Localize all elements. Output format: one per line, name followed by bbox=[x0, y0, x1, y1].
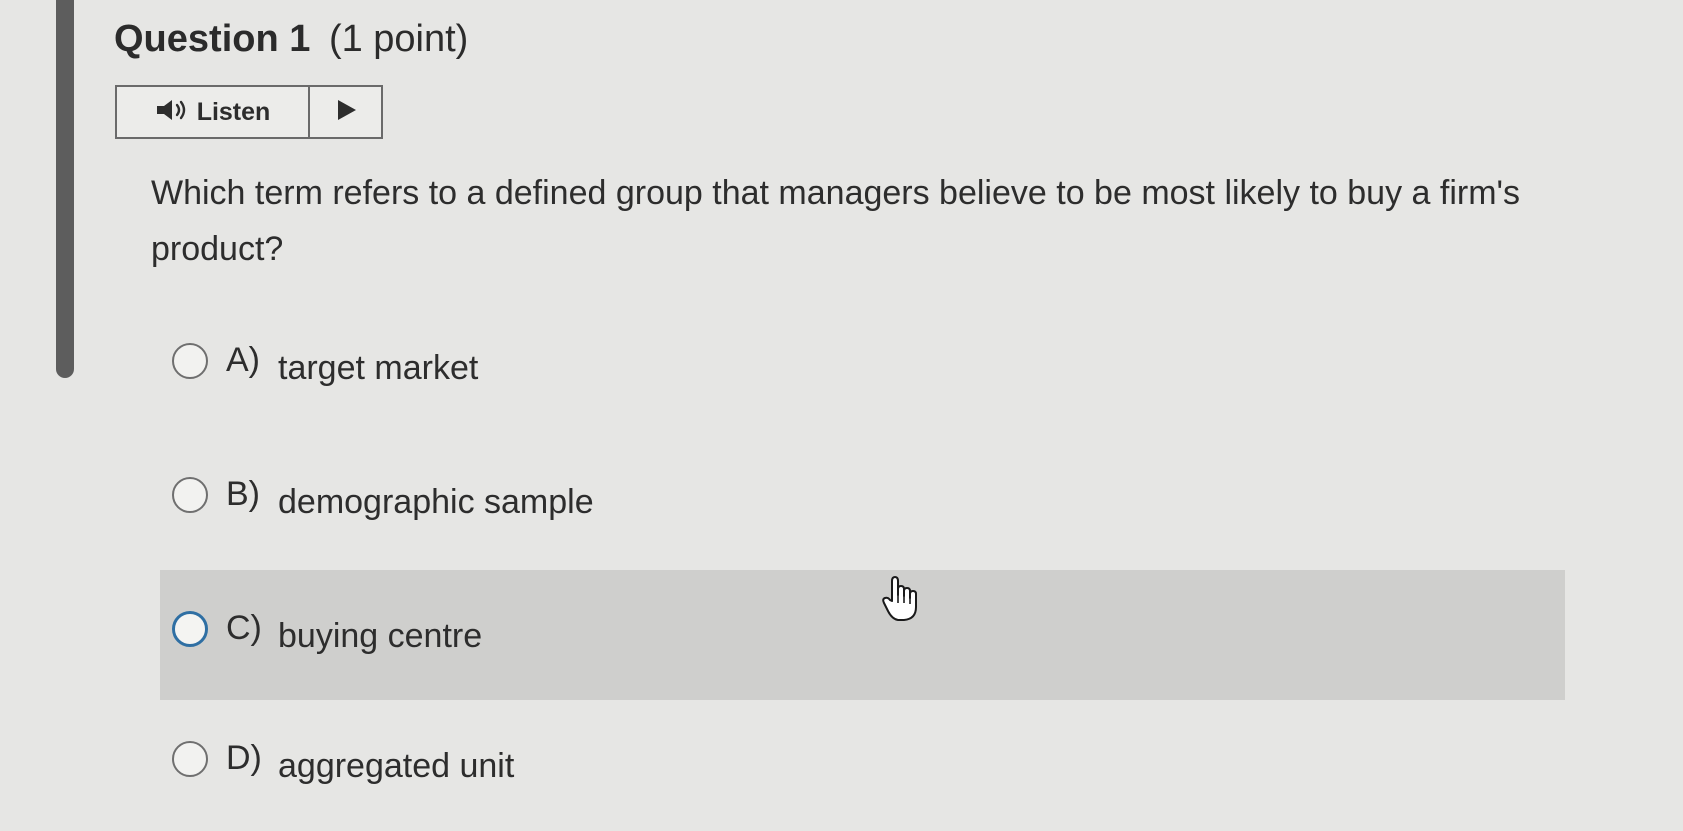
speaker-icon bbox=[155, 98, 189, 127]
option-d[interactable]: D) aggregated unit bbox=[160, 700, 1565, 830]
listen-button[interactable]: Listen bbox=[117, 87, 310, 137]
option-letter: D) bbox=[226, 739, 262, 777]
radio-button-c[interactable] bbox=[172, 611, 208, 647]
option-label: demographic sample bbox=[278, 483, 594, 521]
play-icon bbox=[334, 98, 358, 127]
listen-widget: Listen bbox=[115, 85, 383, 139]
question-header: Question 1 (1 point) bbox=[114, 18, 468, 61]
play-button[interactable] bbox=[310, 87, 381, 137]
option-b[interactable]: B) demographic sample bbox=[160, 436, 1565, 566]
option-letter: B) bbox=[226, 475, 260, 513]
radio-button-d[interactable] bbox=[172, 741, 208, 777]
question-accent-bar bbox=[56, 0, 74, 378]
option-c[interactable]: C) buying centre bbox=[160, 570, 1565, 700]
radio-button-a[interactable] bbox=[172, 343, 208, 379]
option-letter: C) bbox=[226, 609, 262, 647]
option-label: buying centre bbox=[278, 617, 483, 655]
option-letter: A) bbox=[226, 341, 260, 379]
question-title: Question 1 bbox=[114, 18, 311, 60]
question-prompt: Which term refers to a defined group tha… bbox=[151, 174, 1521, 268]
question-points: (1 point) bbox=[328, 18, 469, 60]
option-label: target market bbox=[278, 349, 479, 387]
option-a[interactable]: A) target market bbox=[160, 302, 1565, 432]
option-label: aggregated unit bbox=[278, 747, 515, 785]
hand-pointer-cursor-icon bbox=[880, 575, 920, 623]
radio-button-b[interactable] bbox=[172, 477, 208, 513]
listen-label: Listen bbox=[196, 97, 271, 126]
